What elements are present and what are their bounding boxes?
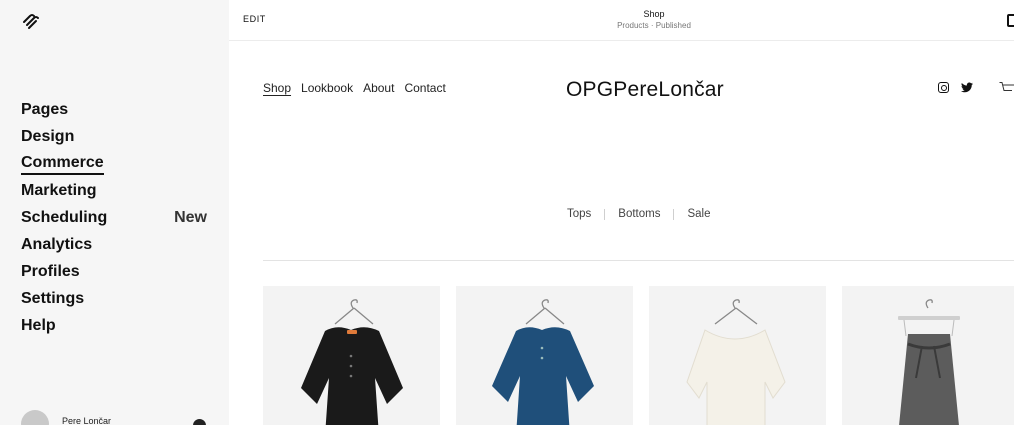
page-status: Products · Published	[617, 21, 691, 30]
sidebar-item-label: Design	[21, 127, 75, 145]
product-image-white-top	[686, 299, 786, 425]
page-title: Shop	[643, 9, 665, 19]
garment-shape	[492, 327, 594, 425]
new-badge: New	[174, 208, 207, 226]
garment-shape	[686, 329, 786, 425]
sidebar-item-design[interactable]: Design	[21, 123, 211, 150]
sidebar: Pages Design Commerce Marketing Scheduli…	[0, 0, 229, 425]
sidebar-item-label: Marketing	[21, 181, 97, 199]
product-card[interactable]	[649, 286, 826, 425]
twitter-icon[interactable]	[961, 82, 973, 93]
sidebar-item-pages[interactable]: Pages	[21, 96, 211, 123]
site-navigation: Shop Lookbook About Contact	[263, 81, 446, 95]
sidebar-item-label: Profiles	[21, 262, 80, 280]
sidebar-item-help[interactable]: Help	[21, 312, 211, 339]
sidebar-item-commerce[interactable]: Commerce	[21, 150, 211, 177]
user-name: Pere Lončar	[62, 416, 112, 425]
sidebar-item-label: Help	[21, 316, 56, 334]
sidebar-item-profiles[interactable]: Profiles	[21, 258, 211, 285]
product-image-black-top	[301, 299, 403, 425]
product-card[interactable]	[842, 286, 1014, 425]
editor-topbar: EDIT Shop Products · Published	[229, 0, 1014, 41]
product-card[interactable]	[456, 286, 633, 425]
sidebar-nav: Pages Design Commerce Marketing Scheduli…	[21, 96, 211, 339]
product-image-blue-top	[492, 299, 594, 425]
site-preview: EDIT Shop Products · Published Shop Look…	[229, 0, 1014, 425]
site-title[interactable]: OPGPereLončar	[566, 78, 724, 102]
edit-button[interactable]: EDIT	[243, 14, 266, 24]
sidebar-item-label: Pages	[21, 100, 69, 118]
user-account[interactable]: Pere Lončar	[21, 406, 211, 425]
category-separator	[673, 208, 675, 220]
product-image-grey-skirt	[898, 299, 960, 425]
sidebar-item-label: Commerce	[21, 153, 104, 175]
category-filter: Tops Bottoms Sale	[567, 208, 711, 220]
category-tops[interactable]: Tops	[567, 208, 591, 220]
instagram-icon[interactable]	[938, 82, 949, 93]
avatar[interactable]	[21, 410, 49, 425]
sidebar-item-scheduling[interactable]: Scheduling New	[21, 204, 211, 231]
site-nav-lookbook[interactable]: Lookbook	[301, 81, 353, 95]
squarespace-logo-icon[interactable]	[21, 12, 41, 30]
category-bottoms[interactable]: Bottoms	[618, 208, 660, 220]
page-info[interactable]: Shop Products · Published	[579, 9, 729, 31]
notification-dot-icon[interactable]	[193, 419, 206, 425]
social-links	[938, 82, 973, 93]
sidebar-item-settings[interactable]: Settings	[21, 285, 211, 312]
category-separator	[604, 208, 606, 220]
device-view-icon[interactable]	[1007, 14, 1014, 27]
category-sale[interactable]: Sale	[687, 208, 710, 220]
sidebar-item-analytics[interactable]: Analytics	[21, 231, 211, 258]
cart-icon[interactable]	[999, 82, 1014, 94]
sidebar-item-marketing[interactable]: Marketing	[21, 177, 211, 204]
sidebar-item-label: Analytics	[21, 235, 93, 253]
product-card[interactable]	[263, 286, 440, 425]
site-nav-shop[interactable]: Shop	[263, 81, 291, 95]
sidebar-item-label: Settings	[21, 289, 85, 307]
divider	[263, 260, 1014, 261]
sidebar-item-label: Scheduling	[21, 208, 108, 226]
site-nav-about[interactable]: About	[363, 81, 394, 95]
site-nav-contact[interactable]: Contact	[404, 81, 445, 95]
